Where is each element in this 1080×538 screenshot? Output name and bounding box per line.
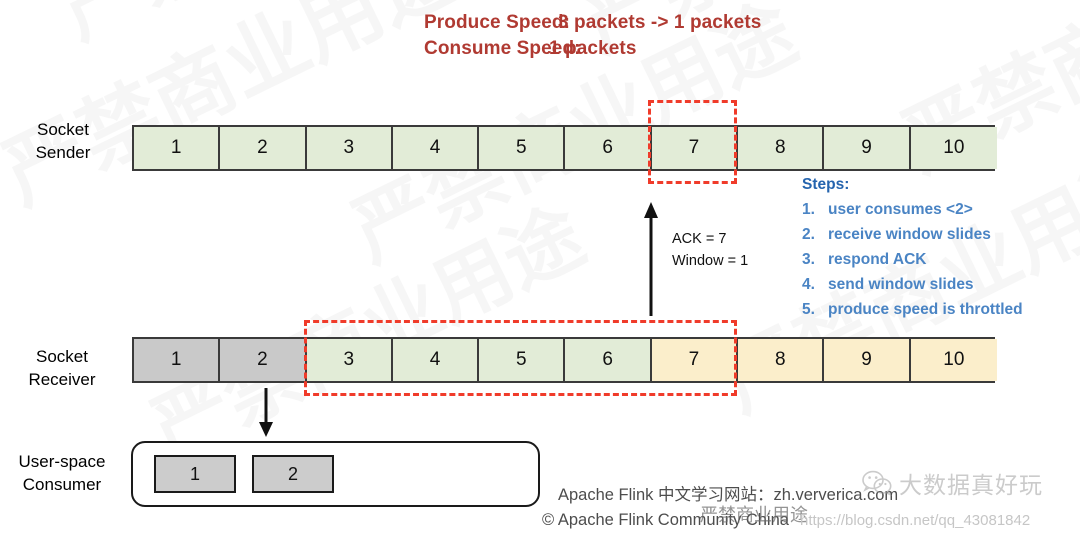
arrow-up-icon — [644, 202, 658, 316]
step-number: 4. — [802, 276, 815, 293]
socket-sender-label-line2: Sender — [35, 143, 91, 162]
ack-annotation: ACK = 7 Window = 1 — [672, 228, 748, 272]
step-number: 5. — [802, 301, 815, 318]
consume-arrow-down — [252, 388, 280, 438]
window-value-text: Window = 1 — [672, 253, 749, 269]
receiver-packet-cell[interactable]: 10 — [910, 339, 997, 381]
step-item: 1. user consumes <2> — [802, 197, 1023, 222]
step-number: 1. — [802, 201, 815, 218]
socket-sender-label-line1: Socket — [37, 120, 89, 139]
sender-packet-cell[interactable]: 6 — [565, 127, 652, 169]
step-item: 4. send window slides — [802, 272, 1023, 297]
receiver-packet-cell[interactable]: 2 — [220, 339, 307, 381]
steps-list: Steps: 1. user consumes <2> 2. receive w… — [802, 176, 1023, 322]
sender-packet-cell[interactable]: 2 — [220, 127, 307, 169]
wechat-brand-text: 大数据真好玩 — [899, 473, 1043, 499]
step-item: 2. receive window slides — [802, 222, 1023, 247]
step-item: 3. respond ACK — [802, 247, 1023, 272]
ack-value-text: ACK = 7 — [672, 231, 727, 247]
consume-speed-label: Consume Speed: — [424, 38, 581, 59]
socket-receiver-label-line2: Receiver — [28, 370, 96, 389]
sender-packet-cell[interactable]: 9 — [824, 127, 911, 169]
wechat-badge: 大数据真好玩 — [862, 466, 1043, 500]
csdn-watermark: https://blog.csdn.net/qq_43081842 — [800, 512, 1031, 529]
overlay-watermark-text: 严禁商业用途 — [700, 505, 808, 526]
step-text: send window slides — [828, 276, 974, 293]
speed-summary: Produce Speed: 3 packets -> 1 packets Co… — [424, 10, 761, 62]
watermark-text: 严禁商业用途 — [0, 0, 474, 227]
sender-packet-cell[interactable]: 5 — [479, 127, 566, 169]
consumer-label-line1: User-space — [18, 452, 106, 471]
sender-packet-cell[interactable]: 10 — [910, 127, 997, 169]
sender-packet-cell[interactable]: 1 — [134, 127, 221, 169]
socket-receiver-label: Socket Receiver — [0, 345, 124, 391]
consume-speed-value: 1 packets — [549, 38, 637, 59]
step-text: produce speed is throttled — [828, 301, 1023, 318]
produce-speed-label: Produce Speed: — [424, 12, 571, 33]
consume-speed-row: Consume Speed: 1 packets — [424, 36, 761, 62]
sender-packet-strip: 1 2 3 4 5 6 7 8 9 10 — [132, 125, 997, 171]
consumer-packet-item[interactable]: 2 — [252, 455, 334, 493]
receive-window-highlight — [304, 320, 737, 396]
produce-speed-row: Produce Speed: 3 packets -> 1 packets — [424, 10, 761, 36]
arrow-down-icon — [259, 388, 273, 437]
diagram-canvas: 严禁商业用途 严禁商业用途 严禁商业用途 严禁商业用途 严禁商业用途 严禁商业用… — [0, 0, 1080, 538]
consumer-buffer-container: 1 2 — [131, 441, 540, 507]
sender-packet-cell[interactable]: 8 — [738, 127, 825, 169]
user-space-consumer-label: User-space Consumer — [0, 450, 126, 496]
send-window-highlight — [648, 100, 737, 184]
receiver-packet-cell[interactable]: 9 — [824, 339, 911, 381]
produce-speed-value: 3 packets -> 1 packets — [558, 12, 762, 33]
consumer-label-line2: Consumer — [22, 475, 102, 494]
consumer-packet-item[interactable]: 1 — [154, 455, 236, 493]
sender-packet-cell[interactable]: 4 — [392, 127, 480, 169]
ack-arrow-up — [636, 200, 666, 316]
step-text: user consumes <2> — [828, 201, 973, 218]
step-number: 2. — [802, 226, 815, 243]
step-number: 3. — [802, 251, 815, 268]
wechat-icon — [862, 470, 892, 496]
socket-sender-label: Socket Sender — [4, 118, 122, 164]
socket-receiver-label-line1: Socket — [36, 347, 88, 366]
sender-packet-cell[interactable]: 3 — [306, 127, 393, 169]
receiver-packet-cell[interactable]: 1 — [134, 339, 221, 381]
step-item: 5. produce speed is throttled — [802, 297, 1023, 322]
steps-title: Steps: — [802, 176, 850, 193]
step-text: respond ACK — [828, 251, 927, 268]
receiver-packet-cell[interactable]: 8 — [738, 339, 825, 381]
step-text: receive window slides — [828, 226, 991, 243]
